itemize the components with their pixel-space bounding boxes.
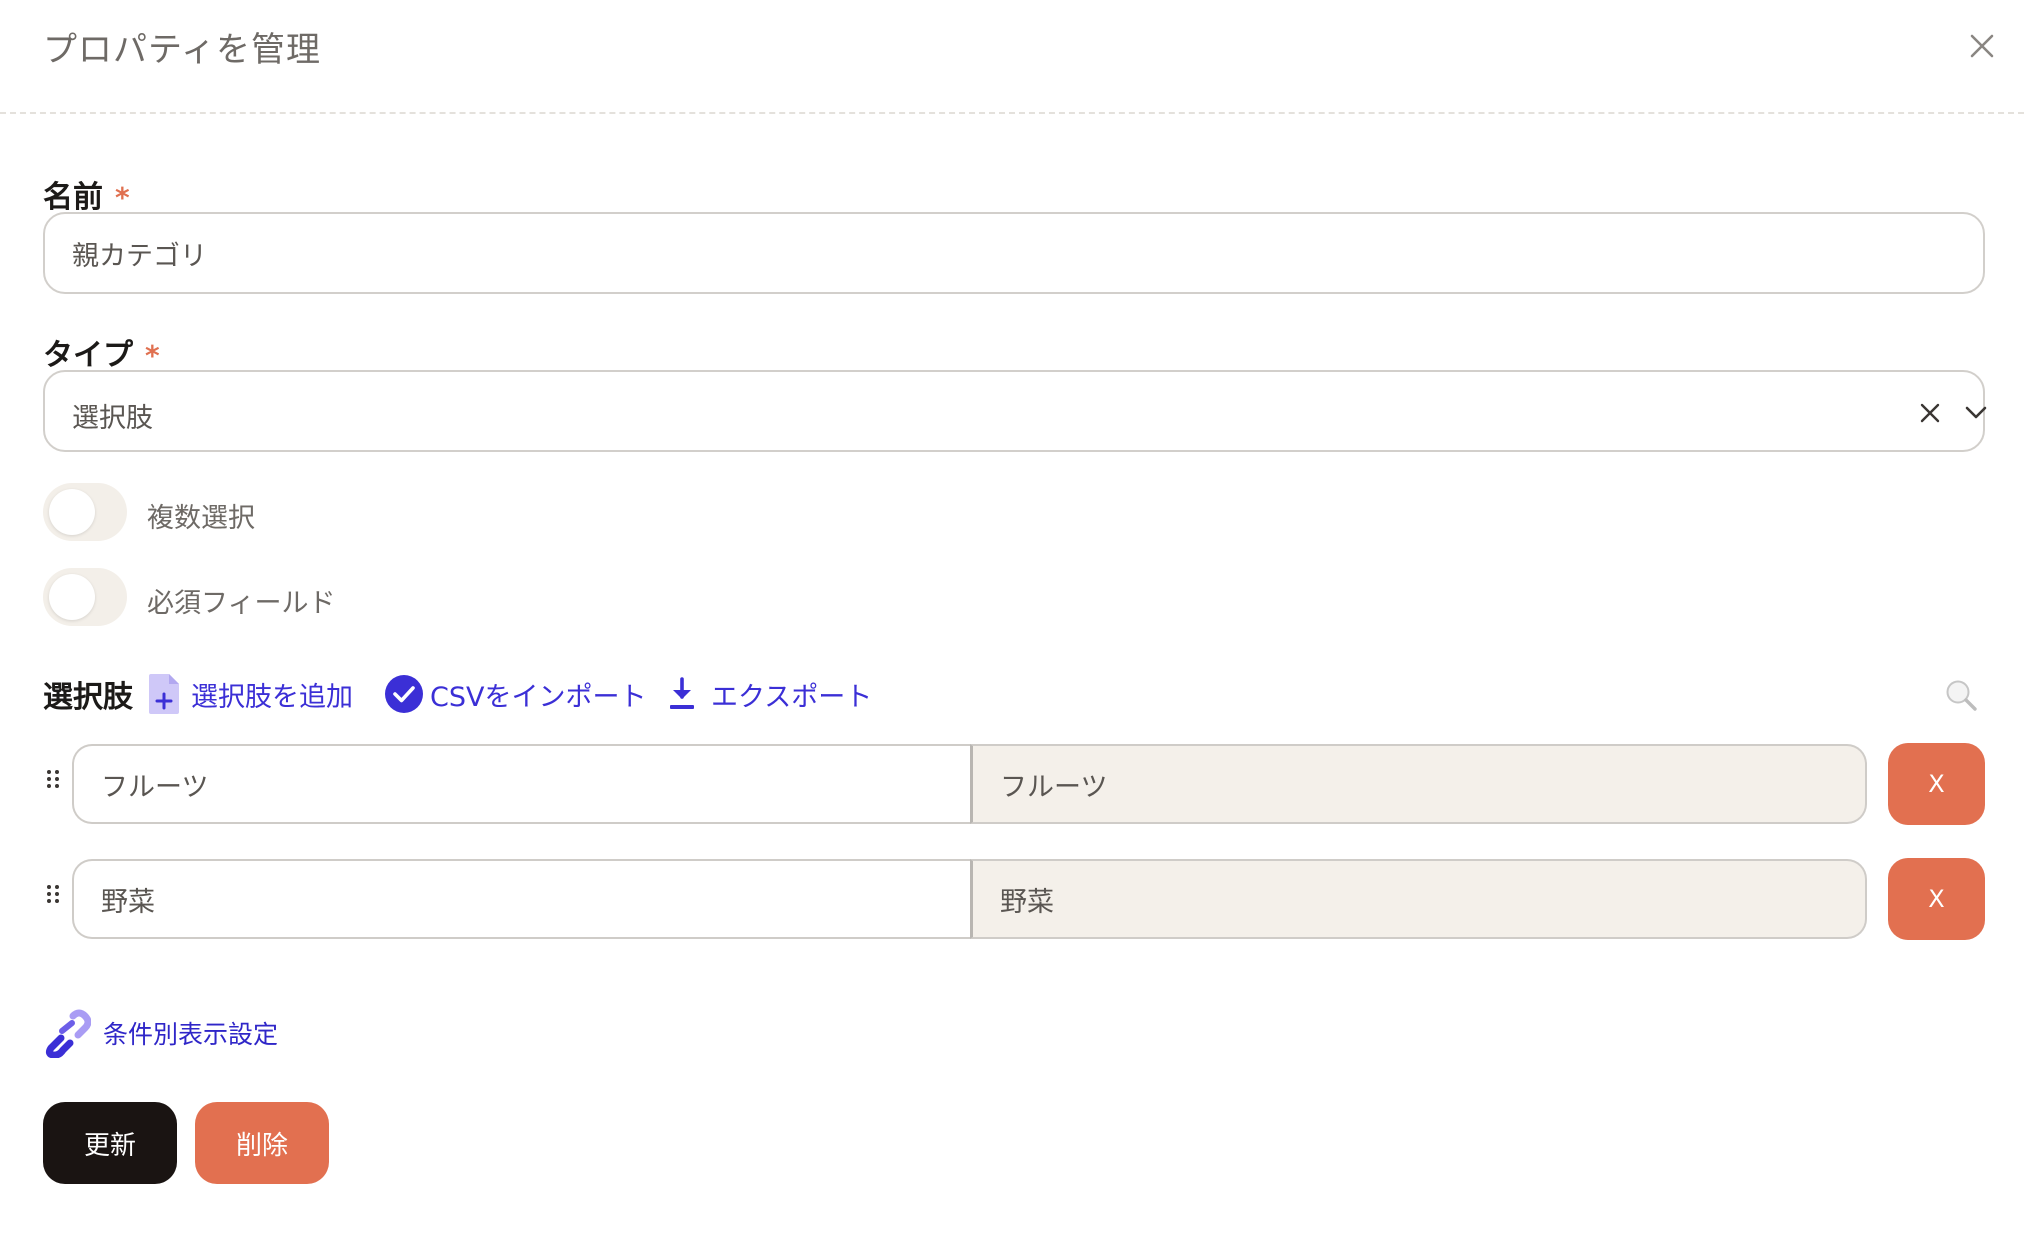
search-options-button[interactable] [1944, 678, 1978, 712]
type-select[interactable]: 選択肢 [43, 370, 1987, 452]
link-icon [45, 1009, 91, 1058]
conditional-display-label: 条件別表示設定 [103, 1020, 279, 1049]
required-field-toggle[interactable] [43, 568, 127, 626]
option-row: X [43, 858, 1985, 941]
close-icon [1970, 34, 1994, 58]
multi-select-toggle[interactable] [43, 483, 127, 541]
drag-handle-icon [47, 770, 59, 788]
delete-button[interactable]: 削除 [195, 1102, 329, 1184]
add-option-button[interactable]: 選択肢を追加 [147, 672, 353, 716]
type-dropdown-toggle[interactable] [1959, 396, 1993, 430]
drag-handle[interactable] [43, 881, 65, 911]
import-csv-button[interactable]: CSVをインポート [384, 672, 646, 716]
type-label: タイプ * [43, 330, 160, 374]
update-button[interactable]: 更新 [43, 1102, 177, 1184]
close-button[interactable] [1964, 28, 2000, 64]
name-input[interactable] [43, 212, 1985, 294]
import-csv-label: CSVをインポート [430, 681, 647, 713]
download-icon [670, 677, 694, 709]
export-button[interactable]: エクスポート [667, 672, 872, 716]
required-field-label: 必須フィールド [147, 588, 336, 619]
drag-handle-icon [47, 885, 59, 903]
option-value-input[interactable] [72, 859, 970, 939]
option-value-input[interactable] [72, 744, 970, 824]
option-row: X [43, 743, 1985, 826]
type-select-value: 選択肢 [72, 403, 153, 434]
clear-icon [1920, 403, 1940, 423]
options-section-title: 選択肢 [43, 680, 133, 715]
name-label: 名前 * [43, 172, 130, 216]
check-circle-icon [385, 675, 423, 713]
dialog-title: プロパティを管理 [43, 30, 321, 70]
conditional-display-link[interactable]: 条件別表示設定 [43, 1008, 278, 1058]
export-label: エクスポート [711, 681, 873, 713]
multi-select-label: 複数選択 [147, 503, 255, 534]
chevron-down-icon [1965, 406, 1987, 419]
required-mark: * [145, 339, 160, 372]
option-label-input[interactable] [970, 744, 1867, 824]
drag-handle[interactable] [43, 766, 65, 796]
name-label-text: 名前 [43, 180, 103, 215]
required-mark: * [115, 181, 130, 214]
delete-option-button[interactable]: X [1888, 743, 1985, 825]
option-label-input[interactable] [970, 859, 1867, 939]
delete-option-button[interactable]: X [1888, 858, 1985, 940]
type-label-text: タイプ [43, 338, 133, 373]
add-option-label: 選択肢を追加 [191, 681, 353, 713]
dialog-header: プロパティを管理 [0, 0, 2024, 114]
search-icon [1946, 680, 1977, 711]
toggle-knob [49, 574, 95, 620]
add-file-icon [149, 674, 179, 714]
toggle-knob [49, 489, 95, 535]
type-clear-button[interactable] [1913, 396, 1947, 430]
